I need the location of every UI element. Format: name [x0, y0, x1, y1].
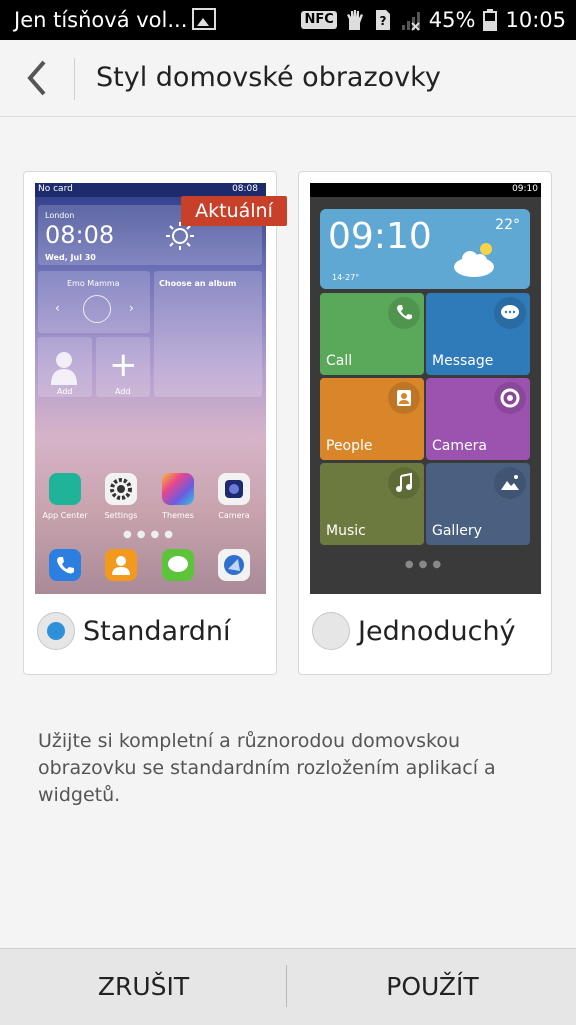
dock-phone-icon — [49, 549, 81, 581]
camera-icon — [494, 382, 526, 414]
radio-row-simple[interactable]: Jednoduchý — [312, 612, 516, 650]
weather-tile-clock: 09:10 — [328, 216, 432, 257]
clock: 10:05 — [505, 8, 566, 32]
option-card-standard[interactable]: No card 08:08 London 08:08 Wed, Jul 30 E… — [23, 171, 287, 675]
music-title: Emo Mamma — [67, 279, 120, 288]
add-icon: + — [109, 345, 138, 385]
button-divider — [286, 965, 287, 1007]
preview-status-time-2: 09:10 — [512, 184, 538, 194]
dock-messages-icon — [162, 549, 194, 581]
preview-simple: 09:10 09:10 22° 14-27° Call Message Peop… — [310, 183, 541, 594]
gallery-icon — [192, 8, 216, 30]
weather-tile-range: 14-27° — [332, 273, 360, 282]
radio-label-simple: Jednoduchý — [358, 615, 516, 647]
tile-camera: Camera — [426, 378, 530, 460]
svg-text:?: ? — [379, 14, 386, 28]
nfc-icon: NFC — [301, 11, 337, 29]
tile-message: Message — [426, 293, 530, 375]
battery-icon — [483, 9, 498, 31]
app-label-camera: Camera — [218, 511, 250, 520]
tile-label-gallery: Gallery — [432, 523, 482, 539]
album-widget — [154, 271, 262, 397]
bottom-button-bar: ZRUŠIT POUŽÍT — [0, 948, 576, 1025]
add-label-2: Add — [115, 387, 131, 396]
phone-icon — [388, 297, 420, 329]
weather-tile-temp: 22° — [495, 217, 520, 233]
tile-label-call: Call — [326, 353, 353, 369]
weather-city: London — [45, 211, 75, 220]
widget-clock: 08:08 — [45, 221, 115, 249]
app-label-settings: Settings — [104, 511, 138, 520]
camera-app-icon — [218, 473, 250, 505]
app-label-app-center: App Center — [42, 511, 88, 520]
dock-contacts-icon — [105, 549, 137, 581]
page-indicator-2: ●●● — [404, 559, 447, 570]
preview-status-bar: No card 08:08 — [35, 183, 266, 197]
tile-label-music: Music — [326, 523, 366, 539]
prev-icon: ‹ — [55, 301, 60, 315]
tile-label-camera: Camera — [432, 438, 487, 454]
next-icon: › — [129, 301, 134, 315]
current-badge: Aktuální — [181, 196, 287, 226]
album-prompt: Choose an album — [159, 279, 237, 288]
tile-label-people: People — [326, 438, 373, 454]
widget-date: Wed, Jul 30 — [45, 253, 96, 262]
sim-unknown-icon: ? — [375, 10, 390, 30]
preview-status-bar-2: 09:10 — [310, 183, 541, 197]
preview-status-time: 08:08 — [232, 184, 258, 194]
status-bar: Jen tísňová vol... NFC ? 45% 10:05 — [0, 0, 576, 40]
action-bar: Styl domovské obrazovky — [0, 40, 576, 117]
message-icon — [494, 297, 526, 329]
preview-status-left: No card — [38, 184, 73, 194]
signal-none-icon — [401, 12, 420, 31]
option-card-simple[interactable]: 09:10 09:10 22° 14-27° Call Message Peop… — [298, 171, 552, 675]
add-label-1: Add — [57, 387, 73, 396]
radio-simple[interactable] — [312, 612, 350, 650]
radio-label-standard: Standardní — [83, 615, 231, 647]
apply-button[interactable]: POUŽÍT — [289, 949, 576, 1025]
app-center-icon — [49, 473, 81, 505]
tile-people: People — [320, 378, 424, 460]
themes-icon — [162, 473, 194, 505]
play-control-icon — [83, 295, 111, 323]
tile-label-message: Message — [432, 353, 494, 369]
person-icon — [388, 382, 420, 414]
preview-standard: No card 08:08 London 08:08 Wed, Jul 30 E… — [35, 183, 266, 594]
page-title: Styl domovské obrazovky — [96, 62, 441, 93]
weather-tile: 09:10 22° 14-27° — [320, 209, 530, 289]
tile-call: Call — [320, 293, 424, 375]
style-description: Užijte si kompletní a různorodou domovsk… — [38, 730, 496, 806]
glove-icon — [346, 10, 363, 30]
cancel-button[interactable]: ZRUŠIT — [0, 949, 287, 1025]
radio-standard[interactable] — [37, 612, 75, 650]
settings-icon — [105, 473, 137, 505]
avatar-icon — [51, 352, 77, 385]
back-arrow-icon[interactable] — [22, 58, 52, 98]
app-label-themes: Themes — [162, 511, 194, 520]
tile-gallery: Gallery — [426, 463, 530, 545]
notification-text: Jen tísňová vol... — [14, 8, 188, 32]
dock-browser-icon — [218, 549, 250, 581]
battery-percent: 45% — [428, 8, 476, 32]
page-indicator: ●●●● — [123, 529, 178, 540]
tile-music: Music — [320, 463, 424, 545]
image-icon — [494, 467, 526, 499]
partly-cloudy-icon — [454, 243, 494, 277]
header-divider — [74, 58, 75, 100]
music-note-icon — [388, 467, 420, 499]
radio-row-standard[interactable]: Standardní — [37, 612, 230, 650]
